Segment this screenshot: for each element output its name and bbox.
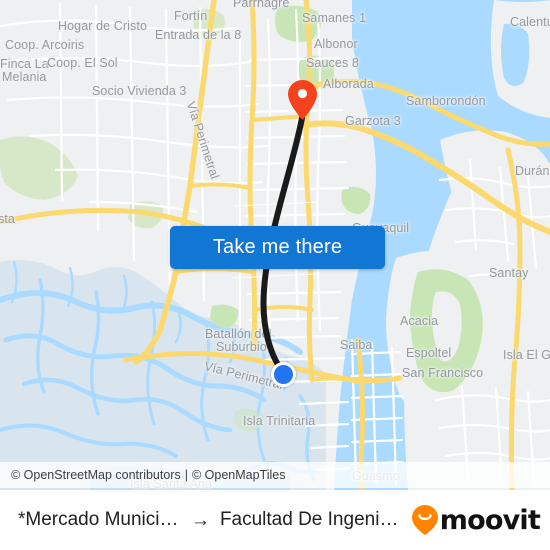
- route-endpoints: *Mercado Municipal Is… → Facultad De Ing…: [18, 509, 404, 531]
- moovit-logo[interactable]: moovit: [411, 504, 541, 536]
- destination-marker[interactable]: [288, 80, 317, 120]
- map-pin-icon: [288, 80, 317, 120]
- origin-name[interactable]: *Mercado Municipal Is…: [18, 509, 181, 531]
- moovit-route-map-screen: Hogar de Cristo Coop. Arcoiris Finca La Mel…: [0, 0, 550, 550]
- moovit-pin-icon: [411, 505, 438, 535]
- attribution-openmaptiles[interactable]: © OpenMapTiles: [192, 468, 286, 482]
- map-attribution: © OpenStreetMap contributors | © OpenMap…: [0, 462, 550, 488]
- take-me-there-button[interactable]: Take me there: [170, 226, 385, 269]
- origin-marker[interactable]: [271, 362, 296, 387]
- moovit-wordmark: moovit: [439, 504, 541, 536]
- map-canvas[interactable]: Hogar de Cristo Coop. Arcoiris Finca La Mel…: [0, 0, 550, 490]
- destination-name[interactable]: Facultad De Ingeniería In…: [220, 509, 404, 531]
- arrow-right-icon: →: [190, 509, 210, 531]
- attribution-osm[interactable]: © OpenStreetMap contributors: [11, 468, 181, 482]
- attribution-separator: |: [184, 468, 188, 482]
- footer-bar: *Mercado Municipal Is… → Facultad De Ing…: [0, 490, 550, 550]
